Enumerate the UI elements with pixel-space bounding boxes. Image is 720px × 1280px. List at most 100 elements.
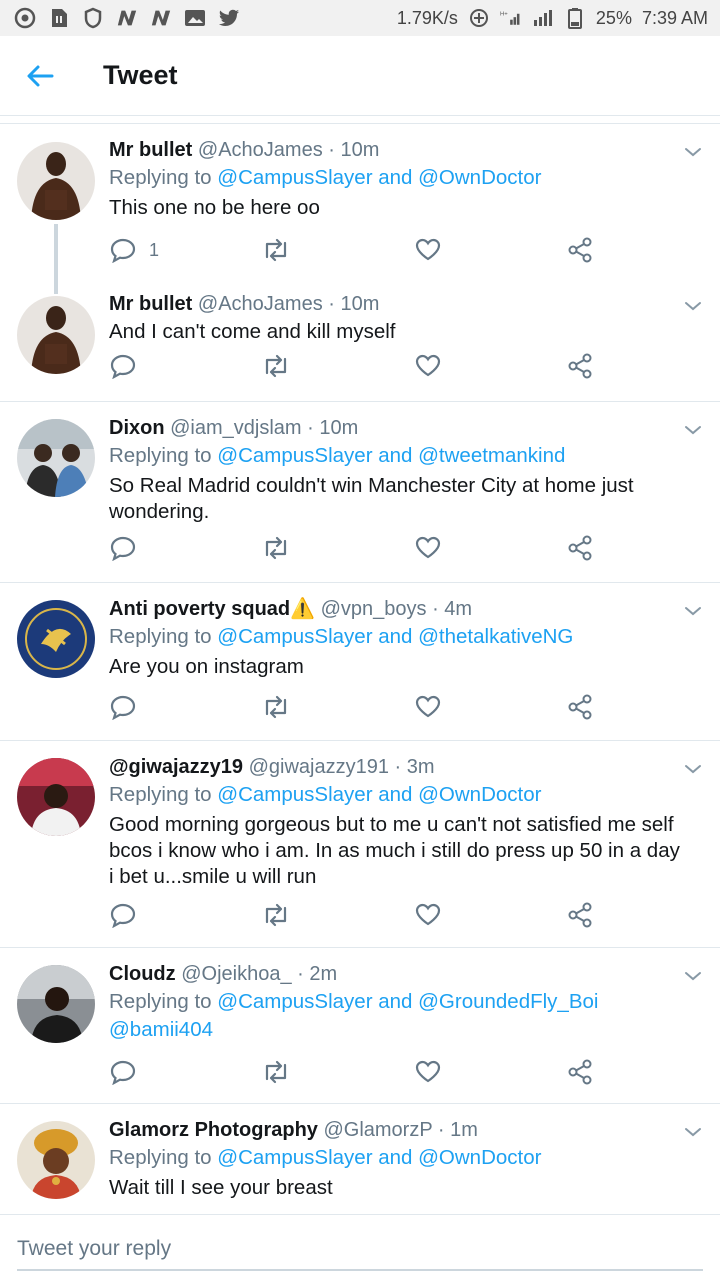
shield-icon (82, 7, 104, 29)
more-options-button[interactable] (681, 757, 705, 781)
tweet[interactable]: Mr bullet @AchoJames · 10m And I can't c… (0, 278, 720, 402)
more-options-button[interactable] (681, 964, 705, 988)
display-name[interactable]: @giwajazzy19 (109, 756, 243, 778)
chevron-down-icon (685, 426, 701, 435)
chevron-down-icon (685, 972, 701, 981)
replying-to: Replying to @CampusSlayer and @OwnDoctor (109, 1144, 680, 1172)
share-button[interactable] (567, 534, 593, 562)
handle[interactable]: @vpn_boys (321, 598, 427, 620)
share-button[interactable] (567, 352, 593, 380)
tweet[interactable]: Cloudz @Ojeikhoa_ · 2m Replying to @Camp… (0, 948, 720, 1104)
mention-link[interactable]: @CampusSlayer and @OwnDoctor (217, 783, 541, 806)
handle[interactable]: @GlamorzP (323, 1119, 432, 1141)
tweet-header: Glamorz Photography @GlamorzP · 1m (109, 1118, 680, 1142)
avatar[interactable] (17, 758, 95, 836)
replying-to: Replying to @CampusSlayer and @tweetmank… (109, 442, 680, 470)
heart-icon (415, 903, 441, 926)
gallery-icon (184, 7, 206, 29)
chevron-down-icon (685, 607, 701, 616)
twitter-bird-icon (218, 7, 240, 29)
share-button[interactable] (567, 236, 593, 264)
like-button[interactable] (415, 236, 441, 264)
avatar[interactable] (17, 296, 95, 374)
handle[interactable]: @AchoJames (198, 293, 323, 315)
mention-link[interactable]: @CampusSlayer and @GroundedFly_Boi (217, 990, 598, 1013)
reply-feed: Mr bullet @AchoJames · 10m Replying to @… (0, 124, 720, 1214)
like-button[interactable] (415, 901, 441, 929)
more-options-button[interactable] (681, 294, 705, 318)
like-button[interactable] (415, 352, 441, 380)
heart-icon (415, 354, 441, 377)
chevron-down-icon (685, 148, 701, 157)
display-name[interactable]: Anti poverty squad⚠️ (109, 598, 315, 620)
tweet-text: Are you on instagram (109, 655, 304, 678)
retweet-icon (265, 238, 287, 262)
display-name[interactable]: Mr bullet (109, 139, 192, 161)
net-speed: 1.79K/s (396, 7, 458, 28)
share-button[interactable] (567, 693, 593, 721)
tweet-text: This one no be here oo (109, 196, 320, 219)
retweet-button[interactable] (261, 1058, 291, 1086)
tweet[interactable]: Anti poverty squad⚠️ @vpn_boys · 4m Repl… (0, 583, 720, 741)
handle[interactable]: @Ojeikhoa_ (181, 963, 291, 985)
like-button[interactable] (415, 534, 441, 562)
more-options-button[interactable] (681, 1120, 705, 1144)
tweet[interactable]: Mr bullet @AchoJames · 10m Replying to @… (0, 124, 720, 294)
retweet-button[interactable] (261, 901, 291, 929)
reply-input[interactable]: Tweet your reply (17, 1237, 171, 1261)
retweet-icon (265, 1060, 287, 1084)
tweet-text: Wait till I see your breast (109, 1176, 333, 1199)
reply-button[interactable]: 1 (109, 236, 159, 264)
like-button[interactable] (415, 693, 441, 721)
share-icon (568, 237, 592, 263)
retweet-icon (265, 354, 287, 378)
like-button[interactable] (415, 1058, 441, 1086)
tweet[interactable]: Dixon @iam_vdjslam · 10m Replying to @Ca… (0, 402, 720, 583)
display-name[interactable]: Mr bullet (109, 293, 192, 315)
display-name[interactable]: Glamorz Photography (109, 1119, 318, 1141)
battery-icon (564, 7, 586, 29)
handle[interactable]: @giwajazzy191 (249, 756, 389, 778)
tweet-header: Cloudz @Ojeikhoa_ · 2m (109, 962, 680, 986)
chevron-down-icon (685, 1128, 701, 1137)
mention-link[interactable]: @bamii404 (109, 1018, 213, 1041)
replying-label: Replying to (109, 444, 212, 467)
avatar[interactable] (17, 419, 95, 497)
tweet-header: Mr bullet @AchoJames · 10m (109, 138, 680, 162)
back-arrow-icon (27, 65, 54, 86)
share-button[interactable] (567, 1058, 593, 1086)
handle[interactable]: @AchoJames (198, 139, 323, 161)
timestamp: · 10m (328, 293, 380, 315)
share-button[interactable] (567, 901, 593, 929)
retweet-button[interactable] (261, 693, 291, 721)
tweet[interactable]: Glamorz Photography @GlamorzP · 1m Reply… (0, 1104, 720, 1214)
tweet[interactable]: @giwajazzy19 @giwajazzy191 · 3m Replying… (0, 741, 720, 948)
reply-button[interactable] (109, 1058, 137, 1086)
sim-icon (48, 7, 70, 29)
more-options-button[interactable] (681, 599, 705, 623)
retweet-button[interactable] (261, 352, 291, 380)
mention-link[interactable]: @CampusSlayer and @thetalkativeNG (217, 625, 573, 648)
app-bar: Tweet (0, 36, 720, 116)
mention-link[interactable]: @CampusSlayer and @OwnDoctor (217, 166, 541, 189)
handle[interactable]: @iam_vdjslam (170, 417, 301, 439)
reply-button[interactable] (109, 352, 137, 380)
back-button[interactable] (0, 36, 80, 116)
avatar[interactable] (17, 600, 95, 678)
more-options-button[interactable] (681, 140, 705, 164)
reply-button[interactable] (109, 901, 137, 929)
reply-button[interactable] (109, 693, 137, 721)
avatar[interactable] (17, 1121, 95, 1199)
display-name[interactable]: Dixon (109, 417, 165, 439)
mention-link[interactable]: @CampusSlayer and @tweetmankind (217, 444, 565, 467)
retweet-button[interactable] (261, 236, 291, 264)
avatar[interactable] (17, 965, 95, 1043)
reply-button[interactable] (109, 534, 137, 562)
reply-input-underline (17, 1269, 703, 1271)
more-options-button[interactable] (681, 418, 705, 442)
reply-icon (110, 354, 136, 379)
avatar[interactable] (17, 142, 95, 220)
mention-link[interactable]: @CampusSlayer and @OwnDoctor (217, 1146, 541, 1169)
retweet-button[interactable] (261, 534, 291, 562)
display-name[interactable]: Cloudz (109, 963, 176, 985)
